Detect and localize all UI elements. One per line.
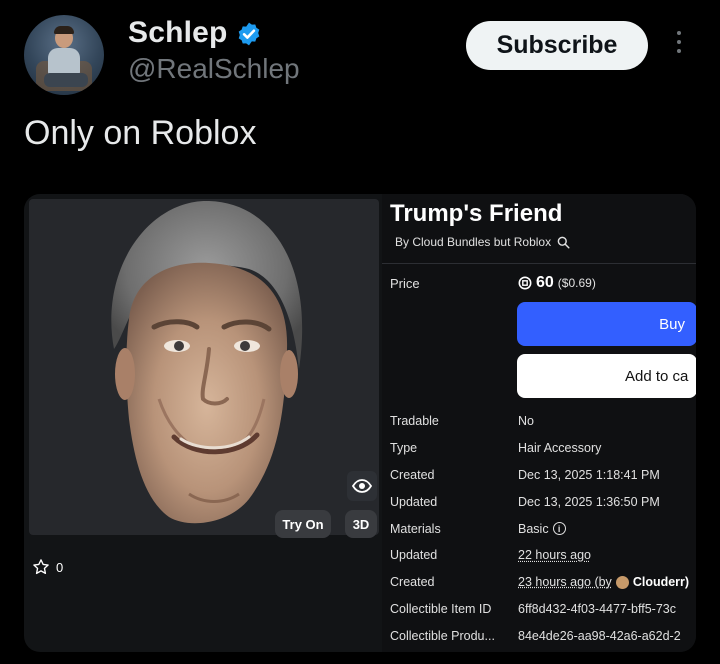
detail-row-tradable: Tradable No bbox=[390, 414, 534, 429]
author-display-name[interactable]: Schlep bbox=[128, 16, 228, 50]
price-label: Price bbox=[390, 276, 420, 291]
item-details-panel: Trump's Friend By Cloud Bundles but Robl… bbox=[382, 194, 696, 652]
price-robux: 60 bbox=[536, 274, 554, 291]
star-icon bbox=[33, 559, 49, 575]
detail-row-collectible-item-id: Collectible Item ID 6ff8d432-4f03-4477-b… bbox=[390, 601, 676, 616]
preview-toggle-button[interactable] bbox=[347, 471, 377, 501]
price-value: 60 ($0.69) bbox=[518, 274, 596, 292]
info-icon[interactable]: i bbox=[552, 522, 566, 536]
detail-row-materials: Materials Basic i bbox=[390, 515, 696, 542]
add-to-cart-button[interactable]: Add to ca bbox=[517, 354, 696, 398]
robux-icon bbox=[518, 276, 532, 290]
user-avatar bbox=[615, 575, 629, 589]
creator-name[interactable]: By Cloud Bundles but Roblox bbox=[395, 235, 551, 249]
details-table: Tradable No Type Hair Accessory Created … bbox=[390, 408, 696, 649]
item-title: Trump's Friend bbox=[390, 200, 563, 227]
buy-button[interactable]: Buy bbox=[517, 302, 696, 346]
eye-icon bbox=[352, 479, 372, 493]
author-handle[interactable]: @RealSchlep bbox=[128, 53, 300, 85]
detail-row-updated-relative: Updated 22 hours ago bbox=[390, 548, 591, 563]
item-thumbnail: Try On 3D bbox=[29, 199, 379, 538]
verified-badge-icon bbox=[238, 22, 260, 46]
attached-screenshot[interactable]: Try On 3D 0 Trump's Friend By Cloud Bund… bbox=[24, 194, 696, 652]
divider bbox=[382, 263, 696, 264]
favorite-count: 0 bbox=[56, 559, 64, 575]
search-icon[interactable] bbox=[557, 236, 570, 249]
favorite-button[interactable]: 0 bbox=[32, 558, 63, 576]
try-on-button[interactable]: Try On bbox=[275, 510, 331, 538]
detail-row-updated: Updated Dec 13, 2025 1:36:50 PM bbox=[390, 494, 660, 509]
creator-username[interactable]: Clouderr) bbox=[633, 575, 689, 589]
more-icon[interactable] bbox=[672, 31, 686, 61]
detail-row-type: Type Hair Accessory bbox=[390, 441, 602, 456]
detail-row-created: Created Dec 13, 2025 1:18:41 PM bbox=[390, 467, 660, 482]
tweet-text: Only on Roblox bbox=[24, 114, 257, 152]
face-render bbox=[111, 200, 303, 524]
detail-row-collectible-product: Collectible Produ... 84e4de26-aa98-42a6-… bbox=[390, 628, 681, 643]
author-avatar[interactable] bbox=[24, 15, 104, 95]
subscribe-button[interactable]: Subscribe bbox=[466, 21, 648, 70]
creator-link[interactable]: By Cloud Bundles but Roblox bbox=[395, 235, 570, 249]
created-relative: 23 hours ago (by bbox=[518, 575, 612, 590]
view-3d-button[interactable]: 3D bbox=[345, 510, 377, 538]
materials-value: Basic bbox=[518, 521, 549, 536]
price-usd: ($0.69) bbox=[557, 276, 596, 290]
detail-row-created-relative: Created 23 hours ago (by Clouderr) bbox=[390, 575, 690, 590]
